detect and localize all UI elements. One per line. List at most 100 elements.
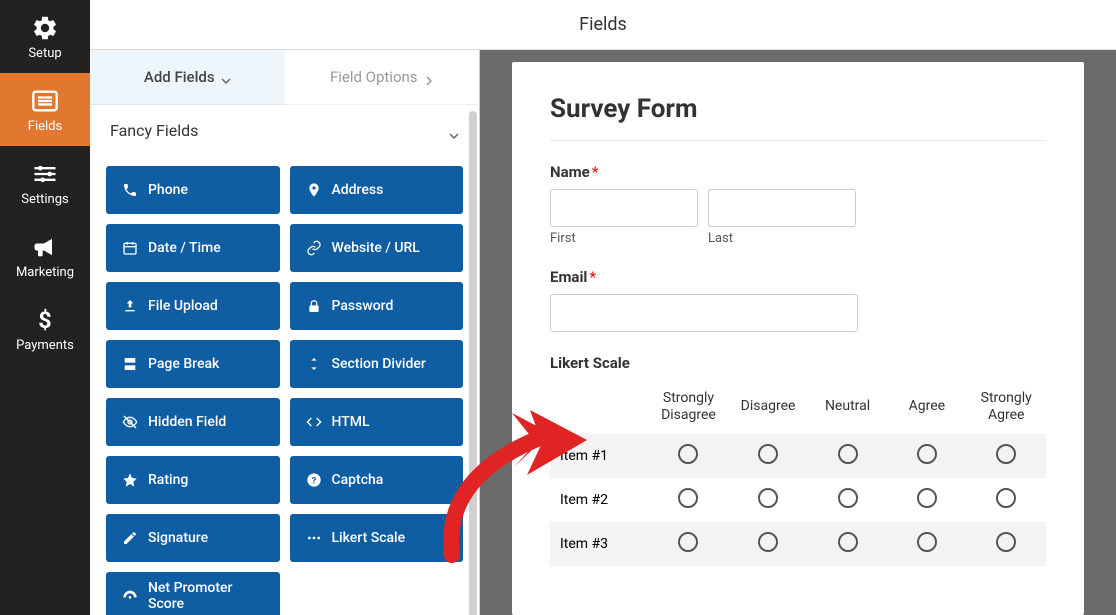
name-label: Name* xyxy=(550,163,1046,181)
field-upload[interactable]: File Upload xyxy=(106,282,280,330)
field-label: Hidden Field xyxy=(148,414,226,430)
field-label: Rating xyxy=(148,472,188,488)
field-rating[interactable]: Rating xyxy=(106,456,280,504)
likert-radio[interactable] xyxy=(996,444,1016,464)
sidebar-item-fields[interactable]: Fields xyxy=(0,73,90,146)
sidebar-item-label: Setup xyxy=(28,46,61,61)
sidebar-item-marketing[interactable]: Marketing xyxy=(0,219,90,292)
field-label: Date / Time xyxy=(148,240,221,256)
likert-item-label: Item #1 xyxy=(550,434,649,478)
scrollbar[interactable] xyxy=(469,111,477,615)
field-signature[interactable]: Signature xyxy=(106,514,280,562)
likert-row: Item #1 xyxy=(550,434,1046,478)
field-label: HTML xyxy=(332,414,370,430)
field-label: Section Divider xyxy=(332,356,426,372)
sidebar-item-setup[interactable]: Setup xyxy=(0,0,90,73)
sidebar-item-payments[interactable]: $ Payments xyxy=(0,292,90,365)
phone-icon xyxy=(122,182,138,198)
sidebar-item-label: Settings xyxy=(21,192,68,207)
sidebar: Setup Fields Settings Marketing $ Paymen… xyxy=(0,0,90,615)
svg-text:?: ? xyxy=(311,475,316,486)
last-sublabel: Last xyxy=(708,231,856,246)
tab-add-fields[interactable]: Add Fields xyxy=(90,50,285,105)
field-label: File Upload xyxy=(148,298,218,314)
likert-radio[interactable] xyxy=(678,532,698,552)
likert-col: Neutral xyxy=(808,384,887,434)
chevron-right-icon xyxy=(424,72,434,82)
email-input[interactable] xyxy=(550,294,858,332)
first-sublabel: First xyxy=(550,231,698,246)
likert-radio[interactable] xyxy=(758,488,778,508)
likert-col: Agree xyxy=(887,384,966,434)
sidebar-item-label: Marketing xyxy=(16,265,74,280)
likert-radio[interactable] xyxy=(838,532,858,552)
likert-radio[interactable] xyxy=(678,444,698,464)
likert-col: Disagree xyxy=(728,384,808,434)
field-grid: Phone Address Date / Time Website / URL … xyxy=(90,156,479,615)
field-label: Captcha xyxy=(332,472,384,488)
first-name-input[interactable] xyxy=(550,189,698,227)
field-nps[interactable]: Net Promoter Score xyxy=(106,572,280,615)
field-captcha[interactable]: ? Captcha xyxy=(290,456,464,504)
field-label: Likert Scale xyxy=(332,530,406,546)
likert-radio[interactable] xyxy=(917,532,937,552)
field-address[interactable]: Address xyxy=(290,166,464,214)
likert-col: Strongly Agree xyxy=(966,384,1046,434)
likert-radio[interactable] xyxy=(996,488,1016,508)
field-likert[interactable]: Likert Scale xyxy=(290,514,464,562)
field-label: Net Promoter Score xyxy=(148,580,264,612)
tab-label: Field Options xyxy=(330,68,418,86)
likert-radio[interactable] xyxy=(838,444,858,464)
section-fancy-fields[interactable]: Fancy Fields xyxy=(90,105,479,156)
likert-radio[interactable] xyxy=(917,488,937,508)
section-title: Fancy Fields xyxy=(110,121,198,140)
calendar-icon xyxy=(122,240,138,256)
field-label: Website / URL xyxy=(332,240,420,256)
email-label: Email* xyxy=(550,268,1046,286)
upload-icon xyxy=(122,298,138,314)
tab-label: Add Fields xyxy=(144,68,215,86)
gauge-icon xyxy=(122,588,138,604)
list-icon xyxy=(31,87,59,115)
sidebar-item-label: Fields xyxy=(28,119,62,134)
field-label: Password xyxy=(332,298,394,314)
question-icon: ? xyxy=(306,472,322,488)
field-datetime[interactable]: Date / Time xyxy=(106,224,280,272)
last-name-input[interactable] xyxy=(708,189,856,227)
tab-field-options[interactable]: Field Options xyxy=(285,50,480,105)
field-password[interactable]: Password xyxy=(290,282,464,330)
field-phone[interactable]: Phone xyxy=(106,166,280,214)
likert-radio[interactable] xyxy=(678,488,698,508)
field-hidden[interactable]: Hidden Field xyxy=(106,398,280,446)
dots-icon xyxy=(306,530,322,546)
likert-row: Item #3 xyxy=(550,522,1046,566)
field-label: Page Break xyxy=(148,356,219,372)
chevron-down-icon xyxy=(449,126,459,136)
likert-radio[interactable] xyxy=(996,532,1016,552)
field-url[interactable]: Website / URL xyxy=(290,224,464,272)
pencil-icon xyxy=(122,530,138,546)
bullhorn-icon xyxy=(31,233,59,261)
form-preview: Survey Form Name* First Last xyxy=(512,62,1084,615)
star-icon xyxy=(122,472,138,488)
field-pagebreak[interactable]: Page Break xyxy=(106,340,280,388)
likert-radio[interactable] xyxy=(758,532,778,552)
likert-radio[interactable] xyxy=(758,444,778,464)
dollar-icon: $ xyxy=(31,306,59,334)
likert-row: Item #2 xyxy=(550,478,1046,522)
likert-radio[interactable] xyxy=(917,444,937,464)
sliders-icon xyxy=(31,160,59,188)
divider-icon xyxy=(306,356,322,372)
code-icon xyxy=(306,414,322,430)
link-icon xyxy=(306,240,322,256)
sidebar-item-settings[interactable]: Settings xyxy=(0,146,90,219)
likert-col: Strongly Disagree xyxy=(649,384,729,434)
field-label: Signature xyxy=(148,530,208,546)
likert-label: Likert Scale xyxy=(550,354,1046,372)
likert-radio[interactable] xyxy=(838,488,858,508)
field-html[interactable]: HTML xyxy=(290,398,464,446)
eyeoff-icon xyxy=(122,414,138,430)
chevron-down-icon xyxy=(221,72,231,82)
field-divider[interactable]: Section Divider xyxy=(290,340,464,388)
topbar-title: Fields xyxy=(90,0,1116,50)
